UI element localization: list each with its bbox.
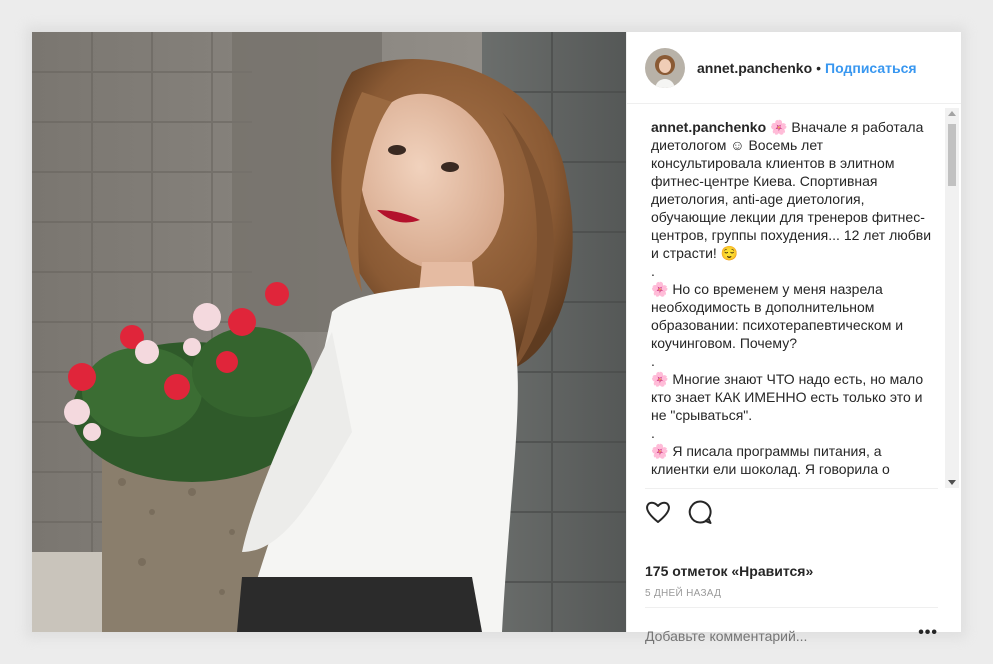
comment-input[interactable] xyxy=(645,628,895,644)
scroll-thumb[interactable] xyxy=(948,124,956,186)
avatar[interactable] xyxy=(645,47,685,88)
post-sidebar: annet.panchenko • Подписаться annet.panc… xyxy=(626,32,962,644)
caption-scrollbar[interactable] xyxy=(945,108,959,488)
post-modal: annet.panchenko • Подписаться annet.panc… xyxy=(32,32,962,644)
header-username[interactable]: annet.panchenko xyxy=(697,60,812,76)
post-actions: 175 отметок «Нравится» 5 ДНЕЙ НАЗАД ••• xyxy=(627,488,962,644)
post-photo-image xyxy=(32,32,626,632)
header-separator: • xyxy=(816,59,822,76)
action-icons xyxy=(644,498,714,526)
scroll-down-icon[interactable] xyxy=(948,480,956,485)
follow-button[interactable]: Подписаться xyxy=(825,60,917,76)
caption: annet.panchenko 🌸 Вначале я работала дие… xyxy=(627,108,957,478)
caption-body: 🌸 Вначале я работала диетологом ☺ Восемь… xyxy=(651,119,932,477)
post-header: annet.panchenko • Подписаться xyxy=(627,32,961,104)
scroll-up-icon[interactable] xyxy=(948,111,956,116)
post-timestamp[interactable]: 5 ДНЕЙ НАЗАД xyxy=(645,588,721,599)
more-options-icon[interactable]: ••• xyxy=(918,624,938,642)
likes-count[interactable]: 175 отметок «Нравится» xyxy=(645,563,813,579)
divider xyxy=(645,488,938,489)
caption-author[interactable]: annet.panchenko xyxy=(651,119,766,135)
caption-scroll-area[interactable]: annet.panchenko 🌸 Вначале я работала дие… xyxy=(627,108,957,488)
heart-icon[interactable] xyxy=(644,498,672,526)
speech-bubble-icon[interactable] xyxy=(686,498,714,526)
post-photo[interactable] xyxy=(32,32,626,632)
divider xyxy=(645,607,938,608)
